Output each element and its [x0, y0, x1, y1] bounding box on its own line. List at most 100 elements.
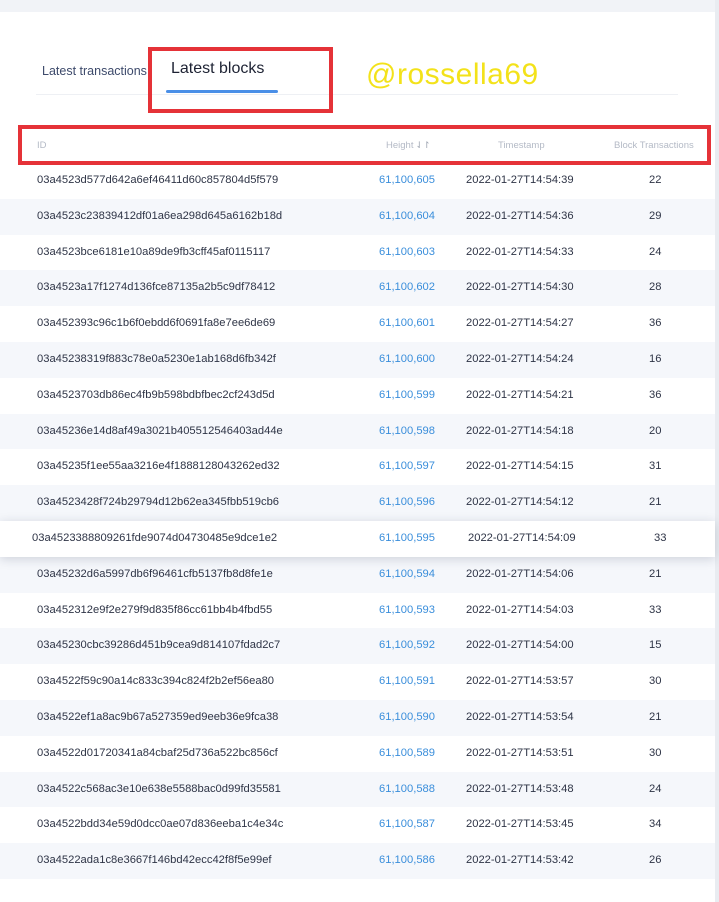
block-id-link[interactable]: 03a4522c568ac3e10e638e5588bac0d99fd35581: [37, 783, 281, 795]
block-height-link[interactable]: 61,100,595: [379, 532, 435, 544]
tab-latest-transactions[interactable]: Latest transactions: [42, 64, 147, 78]
block-timestamp: 2022-01-27T14:54:30: [466, 281, 574, 294]
block-height-link[interactable]: 61,100,594: [379, 568, 435, 580]
table-row[interactable]: 03a4522bdd34e59d0dcc0ae07d836eeba1c4e34c…: [0, 807, 715, 843]
block-height-link[interactable]: 61,100,605: [379, 174, 435, 186]
block-id-link[interactable]: 03a45230cbc39286d451b9cea9d814107fdad2c7: [37, 639, 280, 651]
block-timestamp: 2022-01-27T14:54:39: [466, 174, 574, 186]
table-row[interactable]: 03a45235f1ee55aa3216e4f1888128043262ed32…: [0, 449, 715, 485]
block-id-link[interactable]: 03a4523428f724b29794d12b62ea345fbb519cb6: [37, 496, 279, 508]
table-row[interactable]: 03a4523bce6181e10a89de9fb3cff45af0115117…: [0, 235, 715, 271]
block-id-link[interactable]: 03a45238319f883c78e0a5230e1ab168d6fb342f: [37, 353, 276, 365]
block-height-link[interactable]: 61,100,591: [379, 675, 435, 687]
block-transaction-count: 36: [649, 317, 662, 330]
block-height-link[interactable]: 61,100,599: [379, 389, 435, 401]
block-id-link[interactable]: 03a452312e9f2e279f9d835f86cc61bb4b4fbd55: [37, 604, 272, 616]
block-timestamp: 2022-01-27T14:54:33: [466, 245, 574, 258]
block-height-link[interactable]: 61,100,587: [379, 818, 435, 830]
blocks-table-body: 03a4523d577d642a6ef46411d60c857804d5f579…: [0, 163, 715, 879]
block-id-link[interactable]: 03a45236e14d8af49a3021b405512546403ad44e: [37, 425, 283, 437]
block-timestamp: 2022-01-27T14:53:42: [466, 854, 574, 867]
block-id-link[interactable]: 03a45232d6a5997db6f96461cfb5137fb8d8fe1e: [37, 568, 273, 580]
block-timestamp: 2022-01-27T14:54:00: [466, 639, 574, 652]
block-transaction-count: 26: [649, 854, 662, 867]
tab-latest-blocks[interactable]: Latest blocks: [171, 60, 264, 78]
block-height-link[interactable]: 61,100,602: [379, 281, 435, 293]
block-height-link[interactable]: 61,100,586: [379, 854, 435, 866]
column-header-timestamp: Timestamp: [498, 140, 545, 151]
table-row[interactable]: 03a4523428f724b29794d12b62ea345fbb519cb6…: [0, 485, 715, 521]
block-height-link[interactable]: 61,100,603: [379, 246, 435, 258]
block-height-link[interactable]: 61,100,592: [379, 639, 435, 651]
block-timestamp: 2022-01-27T14:54:27: [466, 317, 574, 330]
block-transaction-count: 22: [649, 174, 662, 186]
block-height-link[interactable]: 61,100,601: [379, 317, 435, 329]
active-tab-indicator: [166, 90, 278, 93]
block-transaction-count: 36: [649, 388, 662, 401]
block-timestamp: 2022-01-27T14:53:57: [466, 675, 574, 688]
block-timestamp: 2022-01-27T14:54:12: [466, 496, 574, 509]
block-timestamp: 2022-01-27T14:53:51: [466, 746, 574, 759]
block-timestamp: 2022-01-27T14:53:48: [466, 782, 574, 795]
table-row[interactable]: 03a45236e14d8af49a3021b405512546403ad44e…: [0, 413, 715, 450]
block-timestamp: 2022-01-27T14:53:45: [466, 818, 574, 831]
sort-icon[interactable]: ⇃↾: [415, 140, 430, 151]
table-row[interactable]: 03a4522f59c90a14c833c394c824f2b2ef56ea80…: [0, 664, 715, 700]
block-transaction-count: 24: [649, 782, 662, 795]
block-transaction-count: 29: [649, 209, 662, 222]
table-row[interactable]: 03a45230cbc39286d451b9cea9d814107fdad2c7…: [0, 628, 715, 665]
table-row[interactable]: 03a4523388809261fde9074d04730485e9dce1e2…: [0, 520, 715, 557]
block-timestamp: 2022-01-27T14:54:24: [466, 352, 574, 365]
block-id-link[interactable]: 03a4522d01720341a84cbaf25d736a522bc856cf: [37, 747, 278, 759]
block-id-link[interactable]: 03a4522bdd34e59d0dcc0ae07d836eeba1c4e34c: [37, 818, 283, 830]
table-row[interactable]: 03a4522ef1a8ac9b67a527359ed9eeb36e9fca38…: [0, 699, 715, 736]
block-height-link[interactable]: 61,100,596: [379, 496, 435, 508]
table-row[interactable]: 03a4523d577d642a6ef46411d60c857804d5f579…: [0, 163, 715, 199]
block-id-link[interactable]: 03a4522f59c90a14c833c394c824f2b2ef56ea80: [37, 675, 274, 687]
table-row[interactable]: 03a4522ada1c8e3667f146bd42ecc42f8f5e99ef…: [0, 843, 715, 879]
block-id-link[interactable]: 03a4523703db86ec4fb9b598bdbfbec2cf243d5d: [37, 389, 275, 401]
table-row[interactable]: 03a4523c23839412df01a6ea298d645a6162b18d…: [0, 198, 715, 235]
block-height-link[interactable]: 61,100,588: [379, 783, 435, 795]
block-height-link[interactable]: 61,100,600: [379, 353, 435, 365]
table-row[interactable]: 03a4522c568ac3e10e638e5588bac0d99fd35581…: [0, 771, 715, 808]
block-transaction-count: 33: [654, 531, 667, 544]
block-timestamp: 2022-01-27T14:54:03: [466, 603, 574, 616]
table-row[interactable]: 03a4522d01720341a84cbaf25d736a522bc856cf…: [0, 736, 715, 772]
block-id-link[interactable]: 03a4523bce6181e10a89de9fb3cff45af0115117: [37, 246, 270, 258]
table-row[interactable]: 03a45232d6a5997db6f96461cfb5137fb8d8fe1e…: [0, 556, 715, 593]
block-id-link[interactable]: 03a4523c23839412df01a6ea298d645a6162b18d: [37, 210, 282, 222]
table-row[interactable]: 03a4523a17f1274d136fce87135a2b5c9df78412…: [0, 270, 715, 307]
block-timestamp: 2022-01-27T14:54:06: [466, 567, 574, 580]
block-transaction-count: 16: [649, 352, 662, 365]
table-row[interactable]: 03a452312e9f2e279f9d835f86cc61bb4b4fbd55…: [0, 593, 715, 629]
block-id-link[interactable]: 03a4522ef1a8ac9b67a527359ed9eeb36e9fca38: [37, 711, 278, 723]
block-id-link[interactable]: 03a4523d577d642a6ef46411d60c857804d5f579: [37, 174, 278, 186]
table-header: ID Height ⇃↾ Timestamp Block Transactions: [22, 129, 707, 161]
block-id-link[interactable]: 03a452393c96c1b6f0ebdd6f0691fa8e7ee6de69: [37, 317, 275, 329]
block-height-link[interactable]: 61,100,604: [379, 210, 435, 222]
table-row[interactable]: 03a45238319f883c78e0a5230e1ab168d6fb342f…: [0, 341, 715, 378]
table-row[interactable]: 03a4523703db86ec4fb9b598bdbfbec2cf243d5d…: [0, 378, 715, 414]
block-height-link[interactable]: 61,100,593: [379, 604, 435, 616]
column-header-id: ID: [37, 140, 47, 151]
block-transaction-count: 33: [649, 603, 662, 616]
scrollbar-track[interactable]: [715, 0, 719, 902]
block-id-link[interactable]: 03a4522ada1c8e3667f146bd42ecc42f8f5e99ef: [37, 854, 272, 866]
column-header-height-label: Height: [386, 140, 414, 151]
block-id-link[interactable]: 03a4523a17f1274d136fce87135a2b5c9df78412: [37, 281, 275, 293]
block-height-link[interactable]: 61,100,590: [379, 711, 435, 723]
block-height-link[interactable]: 61,100,597: [379, 460, 435, 472]
block-transaction-count: 31: [649, 460, 662, 473]
block-transaction-count: 20: [649, 424, 662, 437]
block-transaction-count: 21: [649, 567, 662, 580]
column-header-height[interactable]: Height ⇃↾: [386, 140, 431, 151]
block-timestamp: 2022-01-27T14:53:54: [466, 710, 574, 723]
block-id-link[interactable]: 03a4523388809261fde9074d04730485e9dce1e2: [32, 532, 277, 544]
block-height-link[interactable]: 61,100,589: [379, 747, 435, 759]
table-row[interactable]: 03a452393c96c1b6f0ebdd6f0691fa8e7ee6de69…: [0, 306, 715, 342]
block-height-link[interactable]: 61,100,598: [379, 425, 435, 437]
block-timestamp: 2022-01-27T14:54:18: [466, 424, 574, 437]
block-timestamp: 2022-01-27T14:54:36: [466, 209, 574, 222]
block-id-link[interactable]: 03a45235f1ee55aa3216e4f1888128043262ed32: [37, 460, 280, 472]
